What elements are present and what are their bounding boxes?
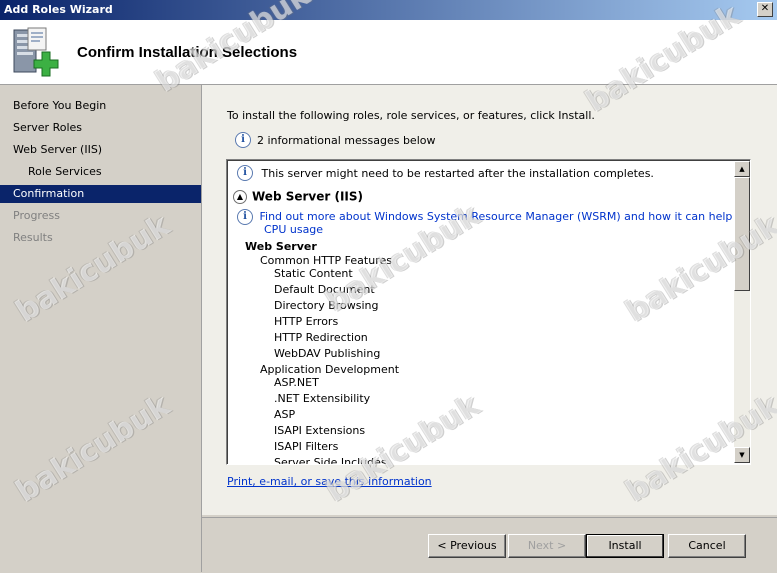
feature-item: Application Development <box>260 363 400 376</box>
wizard-footer: < Previous Next > Install Cancel <box>202 517 777 573</box>
feature-item: Common HTTP Features <box>260 254 392 267</box>
sidebar-item-progress: Progress <box>13 209 60 222</box>
wizard-steps-sidebar: Before You Begin Server Roles Web Server… <box>0 85 202 572</box>
info-summary: i 2 informational messages below <box>235 132 435 150</box>
sidebar-item-confirmation[interactable]: Confirmation <box>0 185 201 203</box>
confirmation-list-content: i This server might need to be restarted… <box>227 160 732 464</box>
sidebar-item-server-roles[interactable]: Server Roles <box>0 119 201 137</box>
feature-item: HTTP Errors <box>274 315 339 328</box>
feature-item: Directory Browsing <box>274 299 379 312</box>
restart-message: i This server might need to be restarted… <box>237 165 654 181</box>
sidebar-item-role-services[interactable]: Role Services <box>0 163 201 181</box>
info-icon: i <box>237 209 253 225</box>
main-content: To install the following roles, role ser… <box>202 85 777 515</box>
scroll-up-icon[interactable]: ▲ <box>734 161 750 177</box>
collapse-icon[interactable]: ▲ <box>233 189 247 204</box>
window-title: Add Roles Wizard <box>4 3 113 16</box>
cancel-button[interactable]: Cancel <box>668 534 746 558</box>
feature-item: Default Document <box>274 283 375 296</box>
confirmation-list[interactable]: i This server might need to be restarted… <box>226 159 751 465</box>
install-button[interactable]: Install <box>586 534 664 558</box>
previous-button[interactable]: < Previous <box>428 534 506 558</box>
vertical-scrollbar[interactable]: ▲ ▼ <box>734 161 750 463</box>
sidebar-item-before-you-begin[interactable]: Before You Begin <box>0 97 201 115</box>
wizard-window: Add Roles Wizard ✕ Confirm Installation … <box>0 0 777 573</box>
feature-item: ASP <box>274 408 296 421</box>
section-web-server-iis[interactable]: ▲ Web Server (IIS) <box>233 189 363 204</box>
feature-item: ASP.NET <box>274 376 319 389</box>
server-add-icon <box>13 27 59 77</box>
group-web-server: Web Server <box>245 240 317 253</box>
info-icon: i <box>237 165 253 181</box>
page-title: Confirm Installation Selections <box>77 44 298 61</box>
sidebar-item-results: Results <box>13 231 53 244</box>
info-count-text: 2 informational messages below <box>257 133 436 147</box>
feature-item: ISAPI Extensions <box>274 424 366 437</box>
scroll-thumb[interactable] <box>734 177 750 291</box>
sidebar-item-web-server-iis[interactable]: Web Server (IIS) <box>0 141 201 159</box>
wizard-header: Confirm Installation Selections <box>0 20 777 85</box>
intro-text: To install the following roles, role ser… <box>227 109 595 122</box>
feature-item: ISAPI Filters <box>274 440 339 453</box>
feature-item: HTTP Redirection <box>274 331 368 344</box>
info-icon: i <box>235 132 251 148</box>
feature-item: WebDAV Publishing <box>274 347 381 360</box>
scroll-down-icon[interactable]: ▼ <box>734 447 750 463</box>
wsrm-link-continued[interactable]: CPU usage <box>264 223 323 236</box>
next-button: Next > <box>508 534 586 558</box>
restart-note-text: This server might need to be restarted a… <box>261 166 654 180</box>
print-save-link[interactable]: Print, e-mail, or save this information <box>227 475 432 488</box>
feature-item: .NET Extensibility <box>274 392 371 405</box>
wsrm-link[interactable]: Find out more about Windows System Resou… <box>260 210 733 223</box>
feature-item: Static Content <box>274 267 353 280</box>
feature-item: Server Side Includes <box>274 456 387 464</box>
title-bar[interactable]: Add Roles Wizard ✕ <box>0 0 777 20</box>
close-icon[interactable]: ✕ <box>757 2 773 17</box>
